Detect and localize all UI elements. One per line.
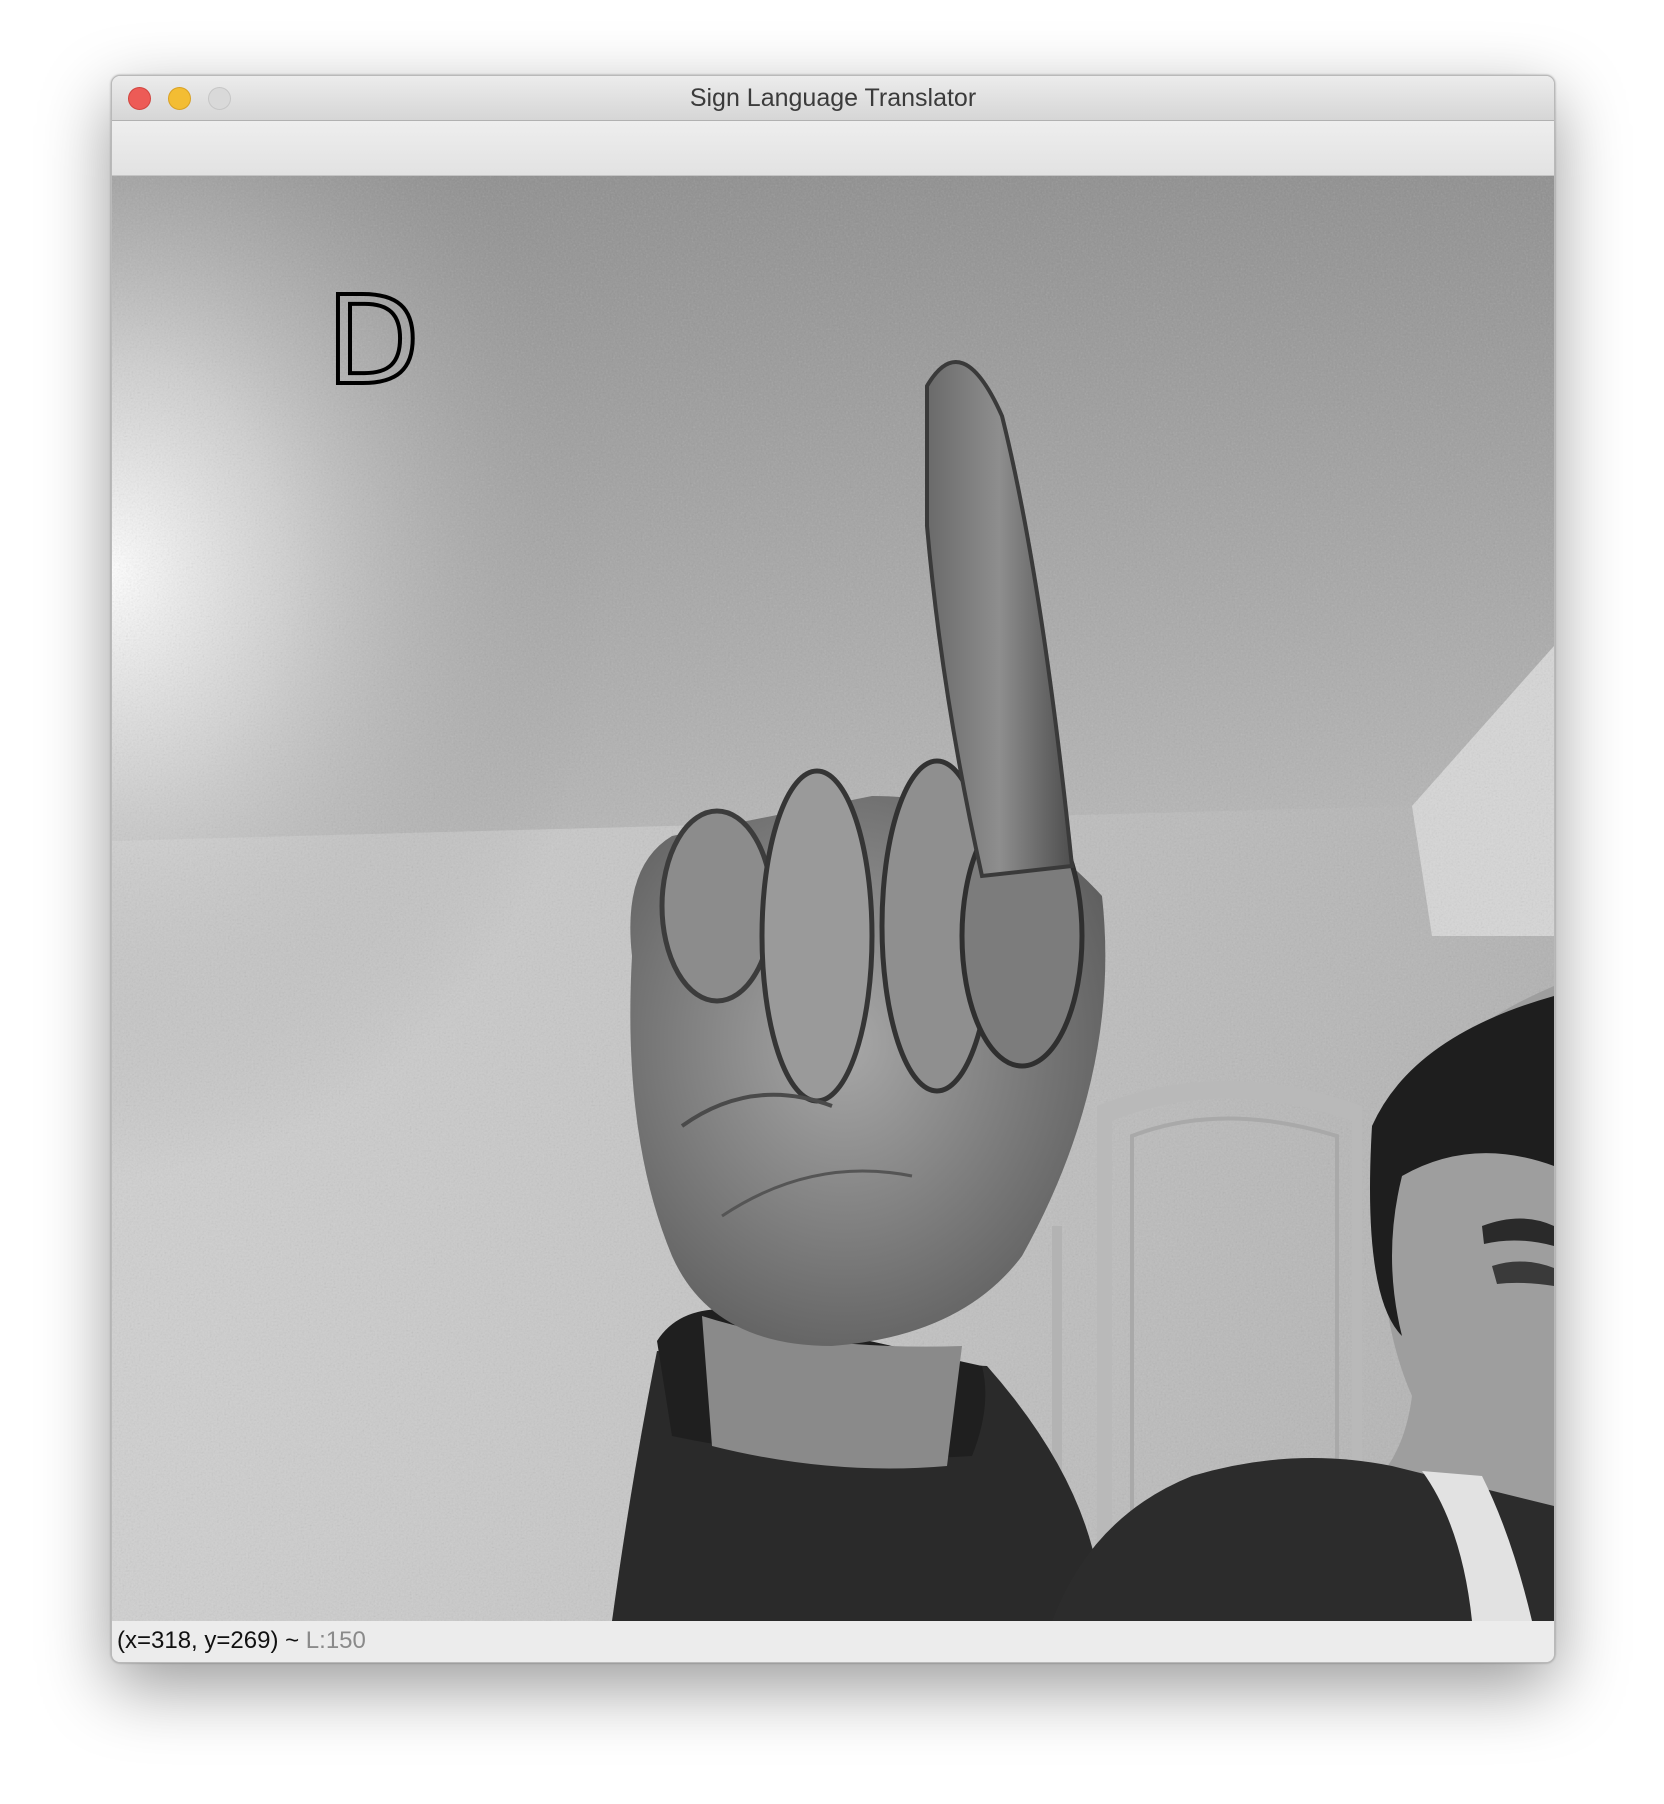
toolbar <box>112 121 1554 176</box>
status-separator: ~ <box>285 1627 300 1654</box>
status-bar: (x=318, y=269) ~ L:150 <box>112 1621 1554 1662</box>
pixel-value: L:150 <box>305 1627 366 1654</box>
close-icon[interactable] <box>128 87 151 110</box>
zoom-icon <box>208 87 231 110</box>
app-window: Sign Language Translator D (x=318, y=269… <box>111 75 1555 1663</box>
predicted-letter: D <box>324 270 422 412</box>
camera-feed[interactable]: D <box>112 176 1554 1621</box>
cursor-coordinates: (x=318, y=269) <box>117 1627 279 1654</box>
minimize-icon[interactable] <box>168 87 191 110</box>
window-title: Sign Language Translator <box>689 84 977 112</box>
title-bar[interactable]: Sign Language Translator <box>112 76 1554 121</box>
